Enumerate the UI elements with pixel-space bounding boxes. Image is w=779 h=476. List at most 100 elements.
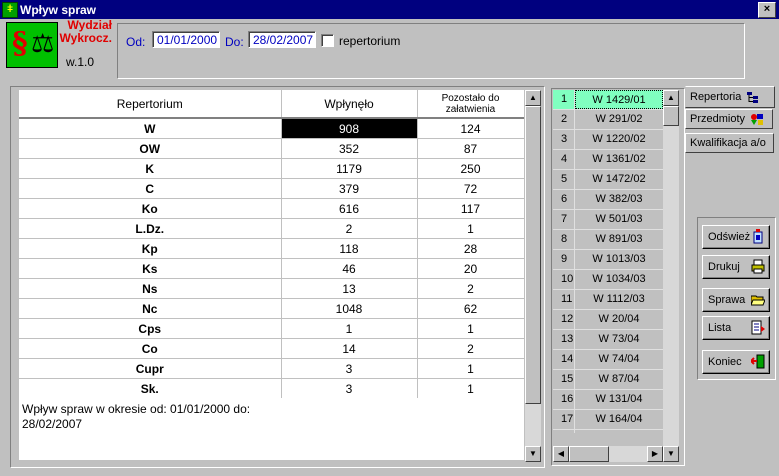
list-scroll-down-button[interactable]: ▼ bbox=[663, 446, 679, 462]
tab-kwalifikacja[interactable]: Kwalifikacja a/o bbox=[685, 133, 774, 153]
tab-repertoria[interactable]: Repertoria bbox=[685, 86, 775, 108]
cell-remaining[interactable]: 72 bbox=[417, 178, 524, 199]
list-scroll-left-button[interactable]: ◀ bbox=[553, 446, 569, 462]
list-scroll-right-button[interactable]: ▶ bbox=[647, 446, 663, 462]
cell-remaining[interactable]: 1 bbox=[417, 378, 524, 398]
column-header-remaining[interactable]: Pozostało do załatwienia bbox=[417, 90, 524, 119]
table-row[interactable]: Cupr 3 1 bbox=[19, 358, 524, 379]
list-item[interactable]: 6 W 382/03 bbox=[553, 190, 663, 210]
cell-received[interactable]: 379 bbox=[281, 178, 418, 199]
list-item[interactable]: 4 W 1361/02 bbox=[553, 150, 663, 170]
cell-remaining[interactable]: 62 bbox=[417, 298, 524, 319]
list-hscroll-thumb[interactable] bbox=[569, 446, 609, 462]
table-row[interactable]: W 908 124 bbox=[19, 118, 524, 139]
cell-received[interactable]: 13 bbox=[281, 278, 418, 299]
repertorium-checkbox[interactable] bbox=[321, 34, 334, 47]
table-row[interactable]: K 1179 250 bbox=[19, 158, 524, 179]
close-button[interactable]: × bbox=[758, 2, 776, 18]
cell-repertorium[interactable]: W bbox=[19, 118, 282, 139]
cell-remaining[interactable]: 124 bbox=[417, 118, 524, 139]
to-date-input[interactable]: 28/02/2007 bbox=[248, 31, 316, 48]
cell-repertorium[interactable]: Ks bbox=[19, 258, 282, 279]
cell-remaining[interactable]: 87 bbox=[417, 138, 524, 159]
table-row[interactable]: Ks 46 20 bbox=[19, 258, 524, 279]
cell-remaining[interactable]: 2 bbox=[417, 278, 524, 299]
cell-remaining[interactable]: 250 bbox=[417, 158, 524, 179]
table-row[interactable]: Ns 13 2 bbox=[19, 278, 524, 299]
table-row[interactable]: Ko 616 117 bbox=[19, 198, 524, 219]
cell-remaining[interactable]: 20 bbox=[417, 258, 524, 279]
case-button[interactable]: Sprawa bbox=[702, 288, 770, 312]
scroll-up-button[interactable]: ▲ bbox=[525, 90, 541, 106]
table-row[interactable]: Cps 1 1 bbox=[19, 318, 524, 339]
print-button[interactable]: Drukuj bbox=[702, 255, 770, 279]
list-item[interactable]: 1W 1429/01 bbox=[553, 90, 663, 110]
end-button[interactable]: Koniec bbox=[702, 350, 770, 374]
cell-repertorium[interactable]: Co bbox=[19, 338, 282, 359]
cell-received[interactable]: 1048 bbox=[281, 298, 418, 319]
tab-przedmioty[interactable]: Przedmioty bbox=[685, 109, 773, 129]
list-scroll-thumb[interactable] bbox=[663, 106, 679, 126]
list-item[interactable]: 16 W 131/04 bbox=[553, 390, 663, 410]
from-date-input[interactable]: 01/01/2000 bbox=[152, 31, 220, 48]
table-row[interactable]: Nc 1048 62 bbox=[19, 298, 524, 319]
cell-repertorium[interactable]: Kp bbox=[19, 238, 282, 259]
cell-repertorium[interactable]: Ko bbox=[19, 198, 282, 219]
cell-received[interactable]: 3 bbox=[281, 358, 418, 379]
list-item[interactable]: 2 W 291/02 bbox=[553, 110, 663, 130]
column-header-repertorium[interactable]: Repertorium bbox=[19, 90, 282, 119]
list-scroll-up-button[interactable]: ▲ bbox=[663, 90, 679, 106]
cell-received[interactable]: 14 bbox=[281, 338, 418, 359]
list-button[interactable]: Lista bbox=[702, 316, 770, 340]
table-scrollbar[interactable]: ▲ ▼ bbox=[525, 90, 541, 462]
cell-received[interactable]: 352 bbox=[281, 138, 418, 159]
table-row[interactable]: C 379 72 bbox=[19, 178, 524, 199]
list-item[interactable]: 17 W 164/04 bbox=[553, 410, 663, 430]
list-item[interactable]: 9 W 1013/03 bbox=[553, 250, 663, 270]
cell-received[interactable]: 2 bbox=[281, 218, 418, 239]
list-item[interactable]: 8 W 891/03 bbox=[553, 230, 663, 250]
cell-repertorium[interactable]: Cps bbox=[19, 318, 282, 339]
list-item[interactable]: 7 W 501/03 bbox=[553, 210, 663, 230]
list-item[interactable]: 5 W 1472/02 bbox=[553, 170, 663, 190]
cell-received[interactable]: 3 bbox=[281, 378, 418, 398]
scroll-down-button[interactable]: ▼ bbox=[525, 446, 541, 462]
cell-repertorium[interactable]: Sk. bbox=[19, 378, 282, 398]
table-row[interactable]: OW 352 87 bbox=[19, 138, 524, 159]
cell-remaining[interactable]: 1 bbox=[417, 218, 524, 239]
column-header-received[interactable]: Wpłynęło bbox=[281, 90, 418, 119]
list-item[interactable]: 3 W 1220/02 bbox=[553, 130, 663, 150]
table-row[interactable]: Co 14 2 bbox=[19, 338, 524, 359]
cell-received[interactable]: 46 bbox=[281, 258, 418, 279]
cell-repertorium[interactable]: Nc bbox=[19, 298, 282, 319]
table-row[interactable]: L.Dz. 2 1 bbox=[19, 218, 524, 239]
case-list-scrollbar[interactable]: ▲ ▼ bbox=[663, 90, 679, 462]
cell-repertorium[interactable]: C bbox=[19, 178, 282, 199]
cell-remaining[interactable]: 117 bbox=[417, 198, 524, 219]
scroll-thumb[interactable] bbox=[525, 106, 541, 404]
table-row[interactable]: Sk. 3 1 bbox=[19, 378, 524, 398]
cell-received[interactable]: 1179 bbox=[281, 158, 418, 179]
list-item[interactable]: 10 W 1034/03 bbox=[553, 270, 663, 290]
list-item[interactable]: 11 W 1112/03 bbox=[553, 290, 663, 310]
list-item[interactable]: 14 W 74/04 bbox=[553, 350, 663, 370]
list-item[interactable]: 15 W 87/04 bbox=[553, 370, 663, 390]
list-item[interactable]: 13 W 73/04 bbox=[553, 330, 663, 350]
case-list-hscrollbar[interactable]: ◀ ▶ bbox=[553, 446, 663, 462]
cell-remaining[interactable]: 1 bbox=[417, 358, 524, 379]
cell-repertorium[interactable]: Ns bbox=[19, 278, 282, 299]
cell-remaining[interactable]: 28 bbox=[417, 238, 524, 259]
cell-received[interactable]: 118 bbox=[281, 238, 418, 259]
cell-repertorium[interactable]: L.Dz. bbox=[19, 218, 282, 239]
cell-received[interactable]: 908 bbox=[281, 118, 418, 139]
cell-remaining[interactable]: 2 bbox=[417, 338, 524, 359]
cell-repertorium[interactable]: OW bbox=[19, 138, 282, 159]
cell-remaining[interactable]: 1 bbox=[417, 318, 524, 339]
list-item[interactable]: 12 W 20/04 bbox=[553, 310, 663, 330]
cell-received[interactable]: 616 bbox=[281, 198, 418, 219]
cell-received[interactable]: 1 bbox=[281, 318, 418, 339]
refresh-button[interactable]: Odśwież bbox=[702, 225, 770, 249]
list-item[interactable]: 18W 225/04 bbox=[553, 430, 663, 433]
table-row[interactable]: Kp 118 28 bbox=[19, 238, 524, 259]
cell-repertorium[interactable]: K bbox=[19, 158, 282, 179]
